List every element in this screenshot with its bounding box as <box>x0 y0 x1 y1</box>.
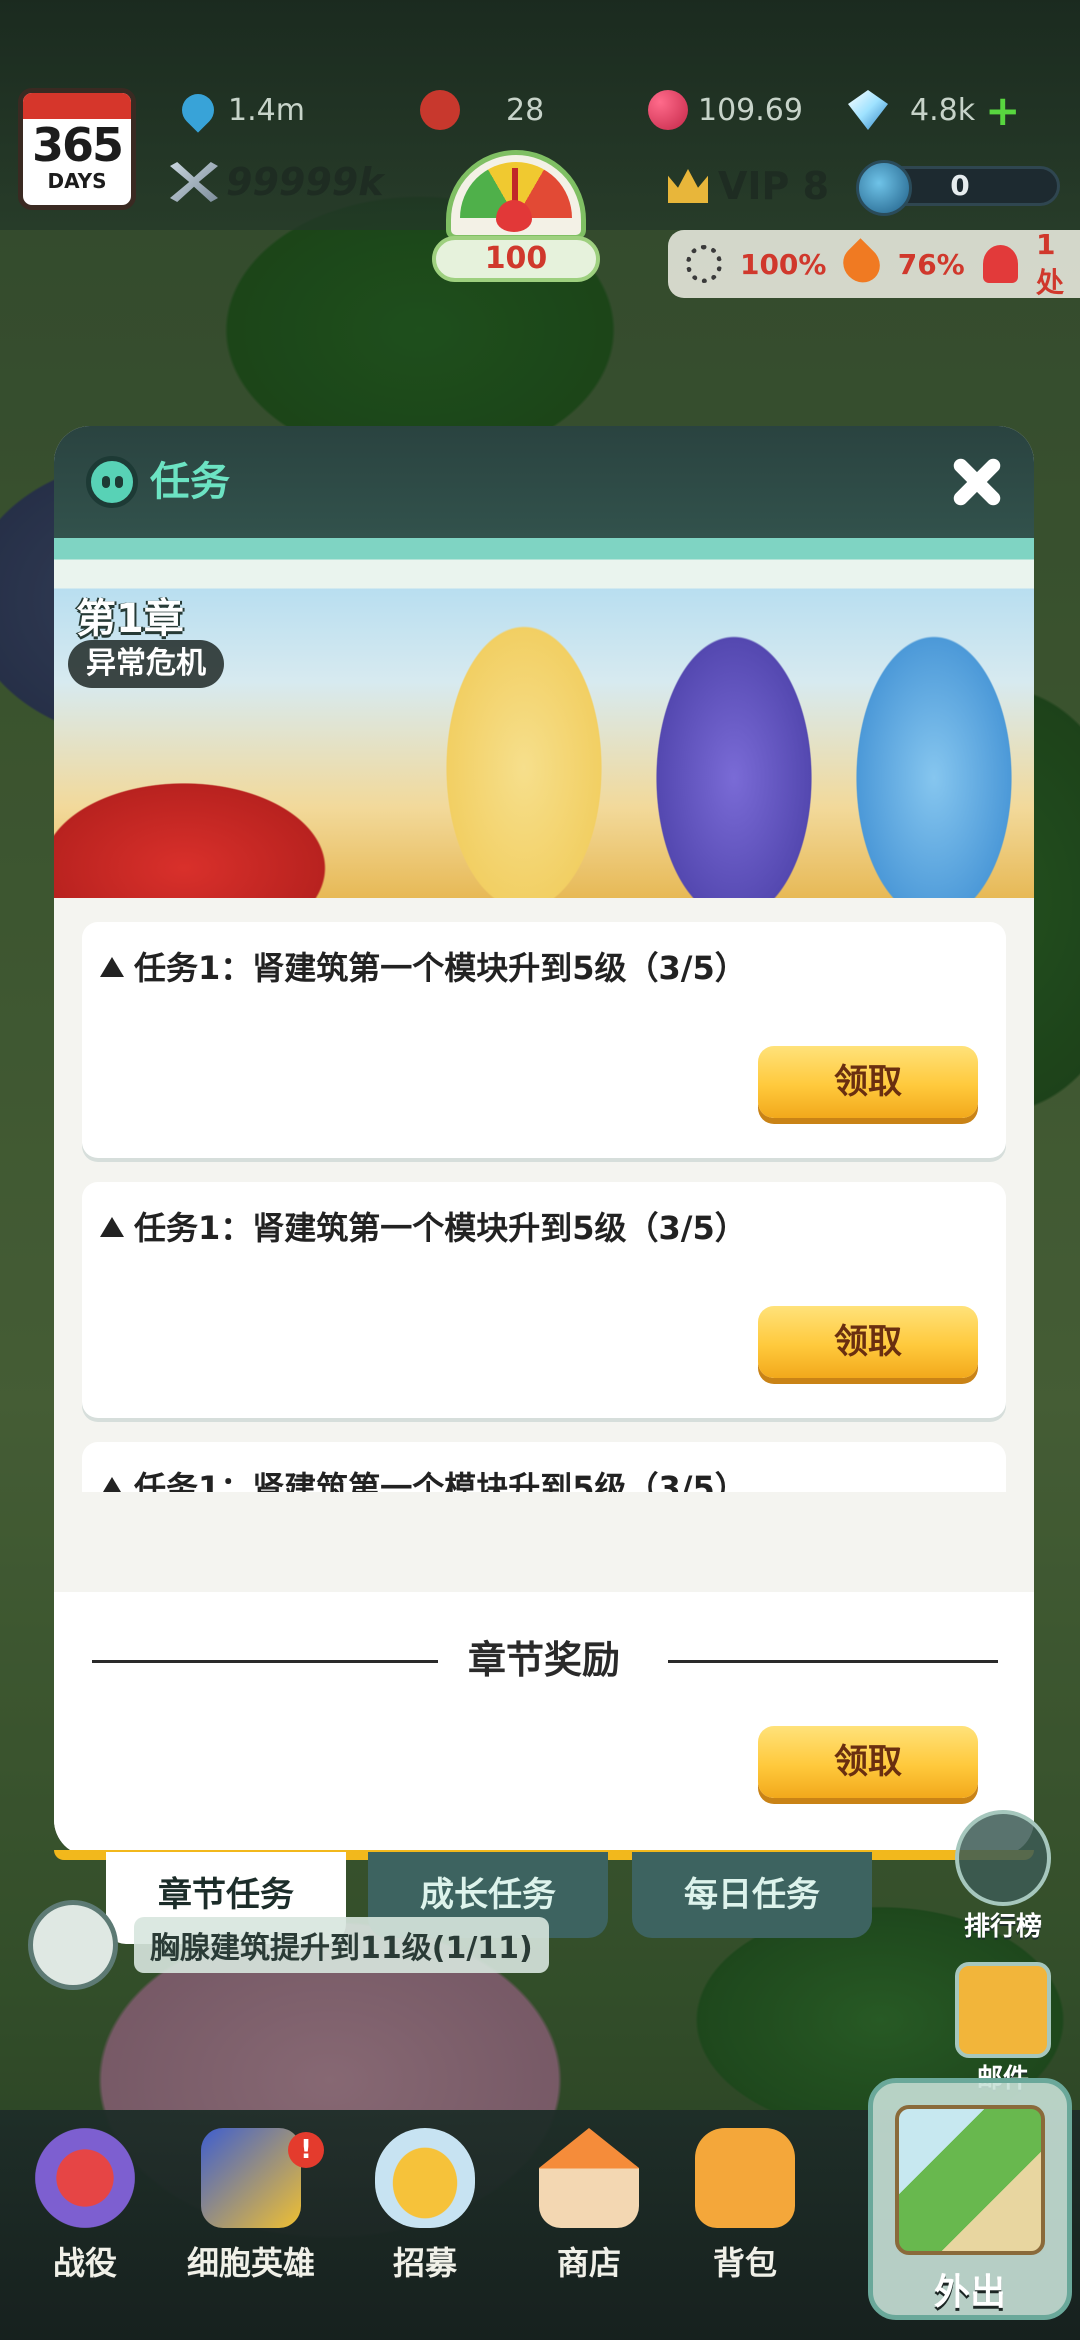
diamond-icon <box>848 90 888 130</box>
add-diamond-button[interactable]: + <box>985 86 1020 135</box>
nav-recruit[interactable]: 招募 <box>340 2128 510 2284</box>
nav-label: 战役 <box>52 2244 117 2282</box>
status-stats: 100% 76% 1处 <box>668 227 1080 299</box>
panel-title: 任务 <box>150 459 230 505</box>
tab-daily-tasks[interactable]: 每日任务 <box>632 1852 872 1938</box>
task-list[interactable]: 任务1：肾建筑第一个模块升到5级（3/5） 领取 任务1：肾建筑第一个模块升到5… <box>82 922 1006 1492</box>
nav-label: 招募 <box>392 2244 457 2282</box>
task-text: 任务1：肾建筑第一个模块升到5级（3/5） <box>134 1469 747 1492</box>
claim-button[interactable]: 领取 <box>758 1046 978 1118</box>
calendar-rings <box>23 93 131 119</box>
task-label: 任务1：肾建筑第一个模块升到5级（3/5） <box>100 1200 747 1256</box>
combat-power: 99999k <box>170 160 383 204</box>
meat-value: 28 <box>506 92 545 128</box>
notification-badge: ! <box>288 2132 324 2168</box>
globe-icon[interactable] <box>856 160 912 216</box>
resource-diamond: 4.8k + <box>848 86 1020 135</box>
shop-icon <box>539 2128 639 2228</box>
task-text: 任务1：肾建筑第一个模块升到5级（3/5） <box>134 949 747 987</box>
task-text: 任务1：肾建筑第一个模块升到5级（3/5） <box>134 1209 747 1247</box>
go-out-button[interactable]: 外出 <box>868 2078 1072 2320</box>
mail-icon <box>955 1962 1051 2058</box>
trophy-icon <box>955 1810 1051 1906</box>
water-value: 1.4m <box>228 92 305 128</box>
task-card: 任务1：肾建筑第一个模块升到5级（3/5） 领取 <box>82 922 1006 1158</box>
resource-water: 1.4m <box>175 86 305 134</box>
ranking-label: 排行榜 <box>963 1912 1042 1942</box>
close-button[interactable] <box>944 450 1008 514</box>
task-label: 任务1：肾建筑第一个模块升到5级（3/5） <box>100 1460 747 1492</box>
nav-label: 背包 <box>712 2244 777 2282</box>
vip-label: VIP 8 <box>718 164 830 208</box>
alarm-icon <box>982 245 1018 283</box>
nav-battle[interactable]: 战役 <box>0 2128 170 2284</box>
fire-stat: 76% <box>897 247 965 281</box>
claim-reward-button[interactable]: 领取 <box>758 1726 978 1798</box>
battle-icon <box>35 2128 135 2228</box>
chapter-reward: 章节奖励 领取 <box>54 1592 1034 1856</box>
go-out-label: 外出 <box>933 2272 1006 2313</box>
claim-button[interactable]: 领取 <box>758 1306 978 1378</box>
chapter-banner: 第1章 异常危机 <box>54 538 1034 898</box>
heart-icon <box>496 200 532 232</box>
days-number: 365 <box>31 118 124 172</box>
task-card: 任务1：肾建筑第一个模块升到5级（3/5） 领取 <box>82 1182 1006 1418</box>
nav-bag[interactable]: 背包 <box>660 2128 830 2284</box>
bag-icon <box>695 2128 795 2228</box>
task-icon <box>86 456 138 508</box>
task-label: 任务1：肾建筑第一个模块升到5级（3/5） <box>100 940 747 996</box>
berry-icon <box>648 90 688 130</box>
triangle-icon <box>100 1477 124 1492</box>
chapter-number: 第1章 <box>76 596 184 642</box>
task-card: 任务1：肾建筑第一个模块升到5级（3/5） 领取 <box>82 1442 1006 1492</box>
nav-shop[interactable]: 商店 <box>504 2128 674 2284</box>
alarm-stat: 1处 <box>1035 227 1064 299</box>
crossed-swords-icon <box>170 162 218 202</box>
virus-icon <box>686 245 722 283</box>
resource-meat: 28 <box>420 86 544 134</box>
power-value: 99999k <box>226 160 384 204</box>
mail-button[interactable]: 邮件 <box>948 1962 1058 2095</box>
nav-label: 商店 <box>556 2244 621 2282</box>
fire-icon <box>836 238 888 290</box>
resource-berry: 109.69 <box>648 86 803 134</box>
diamond-value: 4.8k <box>910 92 976 128</box>
health-gauge[interactable]: 100 <box>432 150 600 282</box>
map-icon <box>895 2105 1045 2255</box>
hero-book-icon <box>201 2128 301 2228</box>
clipboard-icon <box>28 1900 118 1990</box>
gauge-value: 100 <box>432 236 600 282</box>
egg-icon <box>375 2128 475 2228</box>
divider-right <box>668 1660 998 1663</box>
meat-icon <box>420 90 460 130</box>
task-panel: 任务 第1章 异常危机 任务1：肾建筑第一个模块升到5级（3/5） 领取 任务1… <box>54 426 1034 1860</box>
quest-text: 胸腺建筑提升到11级(1/11) <box>134 1917 549 1973</box>
ranking-button[interactable]: 排行榜 <box>948 1810 1058 1943</box>
vip-level[interactable]: VIP 8 <box>668 164 829 208</box>
chapter-name: 异常危机 <box>68 640 224 688</box>
virus-stat: 100% <box>739 247 827 281</box>
panel-header: 任务 <box>54 426 1034 538</box>
berry-value: 109.69 <box>698 92 803 128</box>
triangle-icon <box>100 957 124 977</box>
water-drop-icon <box>175 87 221 133</box>
days-calendar-badge[interactable]: 365 DAYS <box>18 88 136 210</box>
current-quest[interactable]: 胸腺建筑提升到11级(1/11) <box>28 1900 568 1990</box>
triangle-icon <box>100 1217 124 1237</box>
nav-label: 细胞英雄 <box>186 2244 315 2282</box>
crown-icon <box>668 169 708 203</box>
days-label: DAYS <box>47 169 107 193</box>
